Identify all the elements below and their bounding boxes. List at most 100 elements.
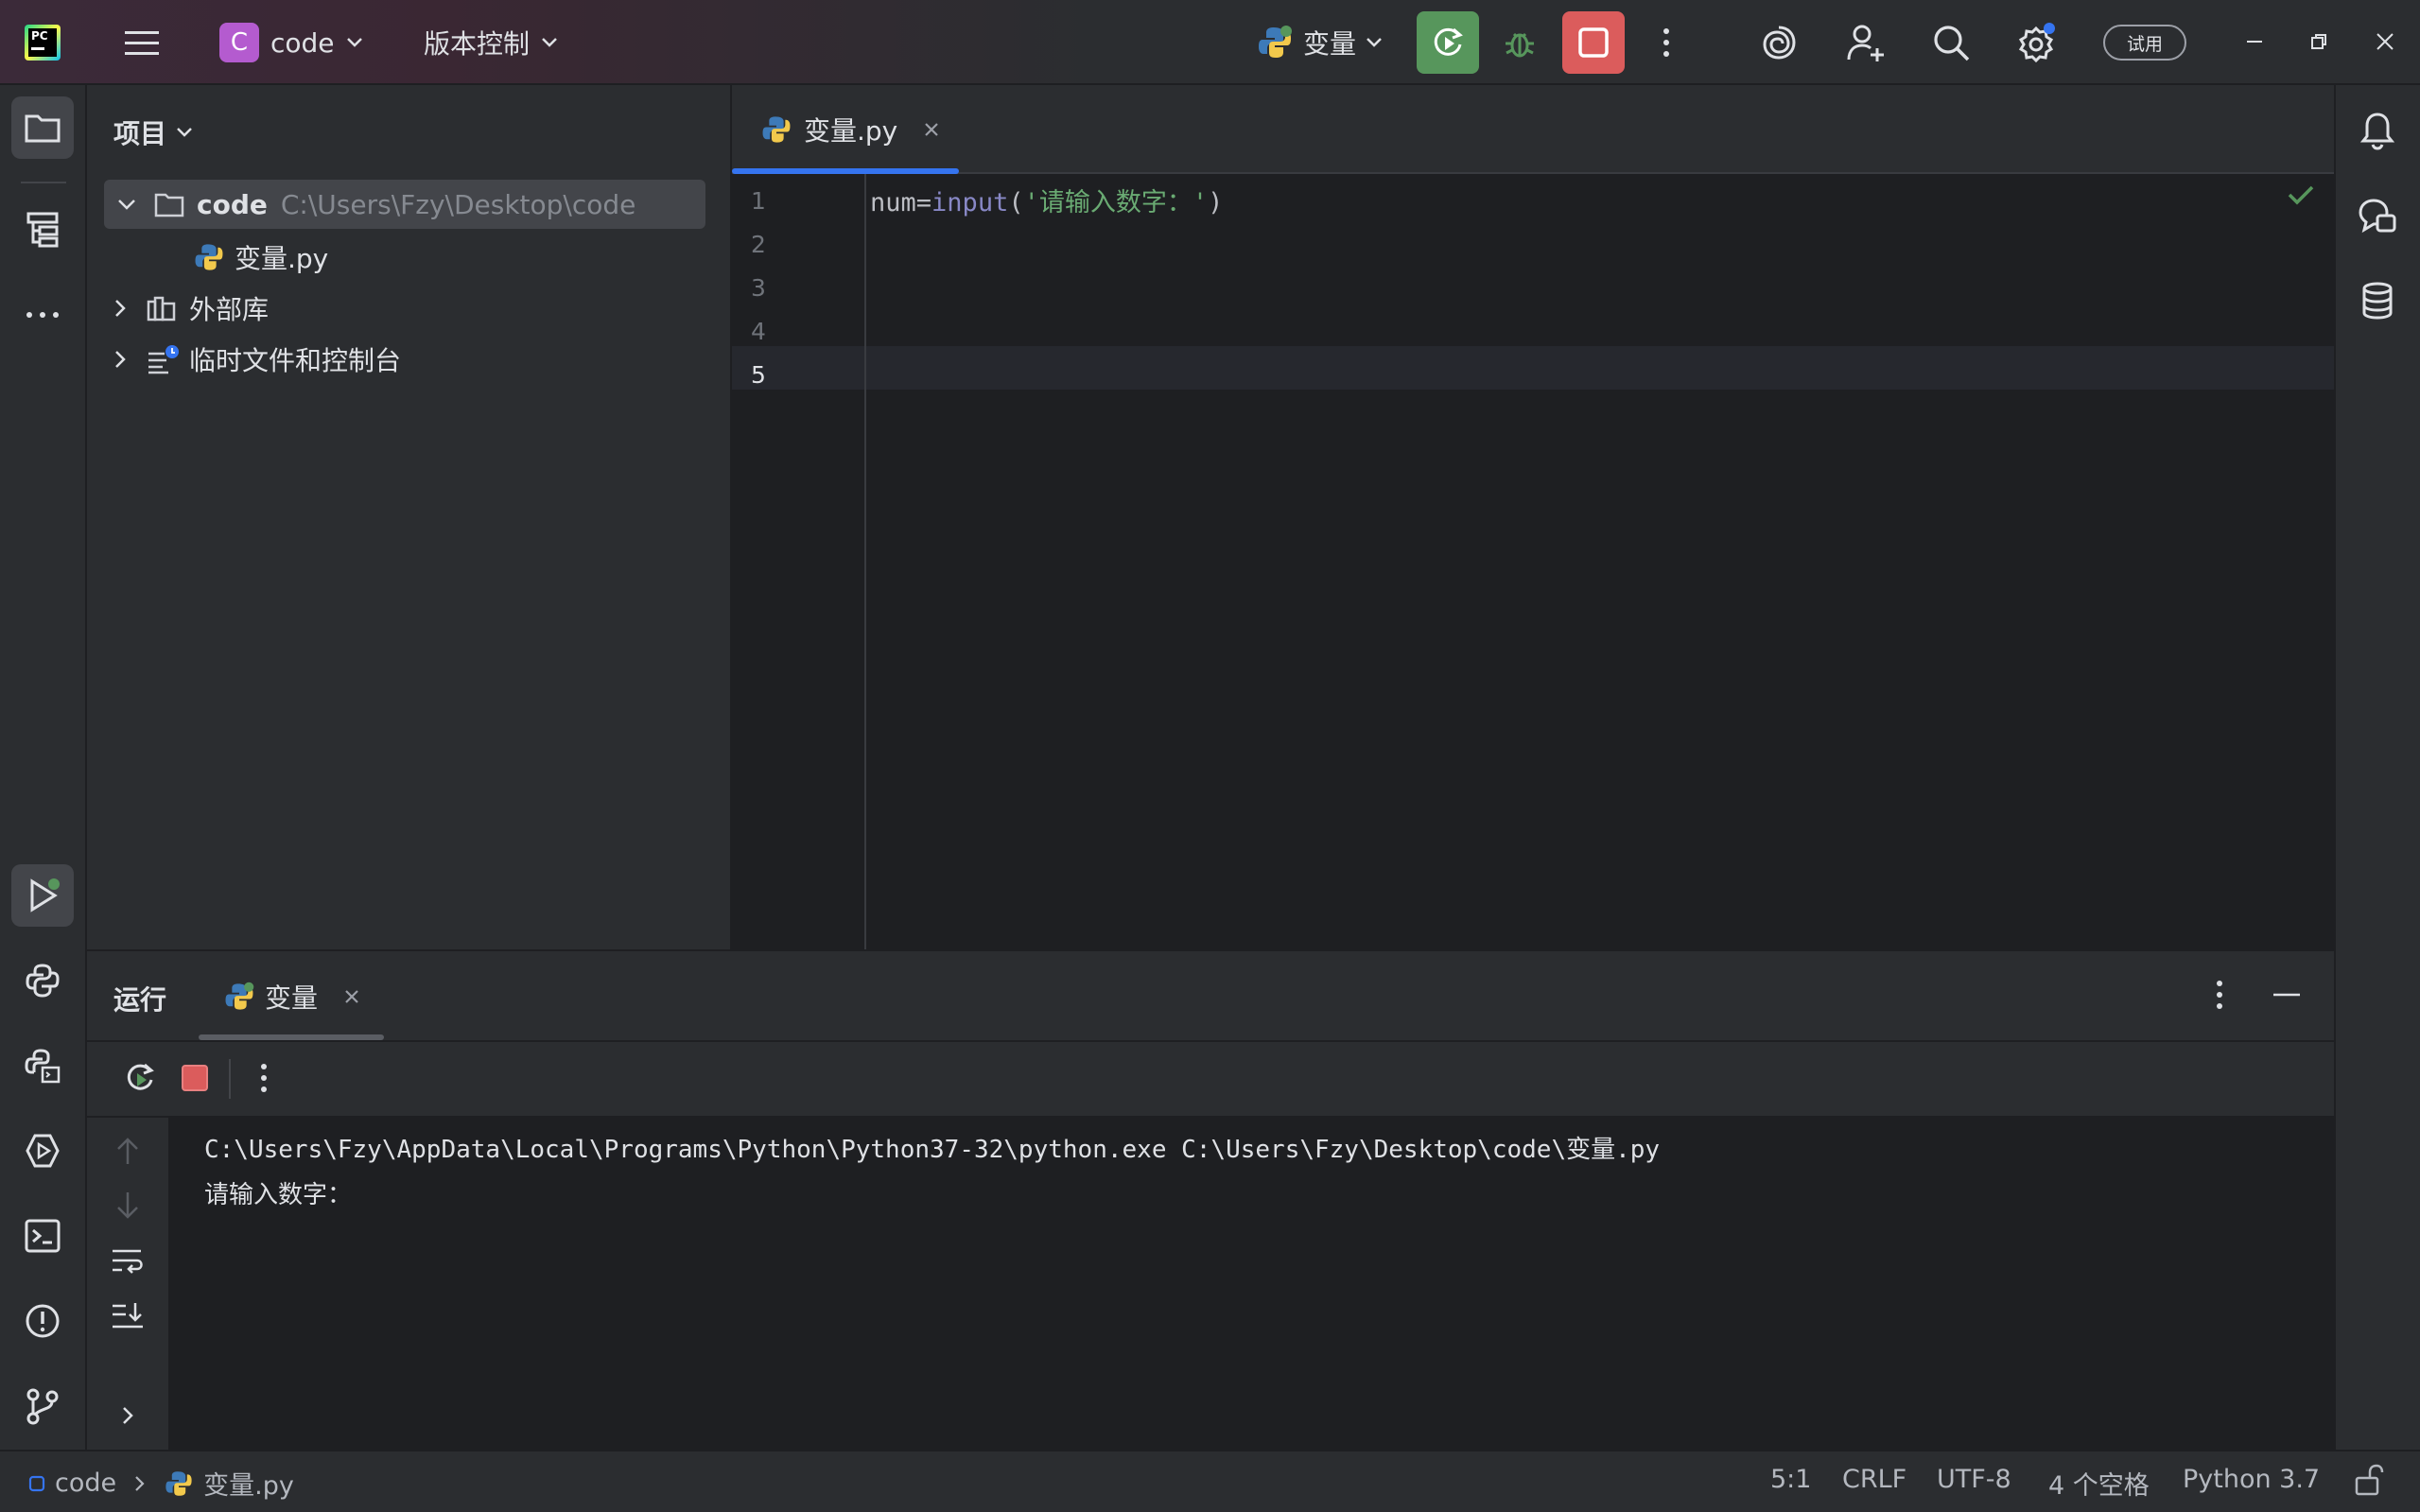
run-icon xyxy=(30,878,60,912)
vertical-dots-icon[interactable] xyxy=(259,1063,269,1093)
right-tool-strip xyxy=(2334,85,2420,1450)
console-output[interactable]: C:\Users\Fzy\AppData\Local\Programs\Pyth… xyxy=(204,1127,1660,1218)
ai-assistant-button[interactable] xyxy=(1755,19,1802,66)
tree-item-external-libraries[interactable]: 外部库 xyxy=(113,284,269,333)
structure-icon xyxy=(26,212,59,248)
rerun-button[interactable] xyxy=(1417,11,1479,74)
project-panel-header[interactable]: 项目 xyxy=(113,113,193,151)
more-tools-button[interactable] xyxy=(11,284,74,346)
hamburger-menu-icon xyxy=(125,31,159,55)
run-tab-label: 变量 xyxy=(265,982,319,1014)
stop-button[interactable] xyxy=(1562,11,1625,74)
problems-tool-button[interactable] xyxy=(11,1290,74,1352)
code-line[interactable]: num=input('请输入数字：') xyxy=(870,182,1223,218)
breadcrumb: code 变量.py xyxy=(28,1465,294,1502)
services-tool-button[interactable] xyxy=(11,1120,74,1182)
file-name: 变量.py xyxy=(235,243,329,274)
file-encoding[interactable]: UTF-8 xyxy=(1937,1465,2011,1494)
database-button[interactable] xyxy=(2349,272,2406,329)
rerun-icon[interactable] xyxy=(121,1059,159,1097)
restore-button[interactable] xyxy=(2300,23,2338,61)
run-tab[interactable]: 变量 xyxy=(223,972,361,1021)
python-icon xyxy=(26,964,60,998)
ai-chat-icon xyxy=(2359,199,2396,234)
arrow-down-icon xyxy=(117,1192,138,1219)
console-command-line: C:\Users\Fzy\AppData\Local\Programs\Pyth… xyxy=(204,1136,1661,1164)
terminal-tool-button[interactable] xyxy=(11,1205,74,1267)
trial-badge[interactable]: 试用 xyxy=(2103,25,2186,61)
structure-tool-button[interactable] xyxy=(11,199,74,261)
vcs-label: 版本控制 xyxy=(424,28,531,60)
library-icon xyxy=(147,296,176,322)
search-icon xyxy=(1934,26,1970,61)
chevron-down-icon xyxy=(177,128,192,137)
horizontal-dots-icon xyxy=(26,312,59,318)
python-icon xyxy=(1259,26,1292,58)
tree-item-project-root[interactable]: code C:\Users\Fzy\Desktop\code xyxy=(104,180,705,229)
run-configuration-selector[interactable]: 变量 xyxy=(1256,21,1383,64)
project-panel-title: 项目 xyxy=(113,118,167,149)
tab-file[interactable]: 变量.py xyxy=(732,85,959,174)
close-icon[interactable] xyxy=(342,987,361,1006)
search-button[interactable] xyxy=(1927,19,1975,66)
project-tool-button[interactable] xyxy=(11,96,74,159)
vertical-dots-icon xyxy=(1663,28,1669,57)
main-menu-button[interactable] xyxy=(121,23,163,64)
scratches-label: 临时文件和控制台 xyxy=(189,345,402,376)
editor-tab-bar: 变量.py xyxy=(732,85,2334,174)
code-paren: ( xyxy=(1008,188,1024,217)
vertical-dots-icon[interactable] xyxy=(2215,980,2224,1010)
tab-label: 变量.py xyxy=(804,115,898,147)
more-actions-button[interactable] xyxy=(1647,21,1685,64)
breadcrumb-file[interactable]: 变量.py xyxy=(203,1465,294,1502)
python-console-button[interactable] xyxy=(11,1034,74,1097)
breadcrumb-project[interactable]: code xyxy=(55,1469,116,1498)
ai-chat-button[interactable] xyxy=(2349,187,2406,244)
line-number: 2 xyxy=(751,231,766,258)
debug-button[interactable] xyxy=(1498,21,1541,64)
gear-icon xyxy=(2018,23,2055,63)
checkmark-icon[interactable] xyxy=(2287,183,2315,206)
scroll-down-button[interactable] xyxy=(106,1184,149,1227)
run-tool-button[interactable] xyxy=(11,864,74,927)
bug-icon xyxy=(1506,32,1534,58)
restore-window-icon xyxy=(2311,34,2326,49)
minimize-button[interactable] xyxy=(2236,23,2273,61)
vcs-selector[interactable]: 版本控制 xyxy=(424,21,558,64)
add-user-button[interactable] xyxy=(1842,19,1889,66)
lock-button[interactable] xyxy=(2353,1463,2385,1497)
soft-wrap-button[interactable] xyxy=(106,1239,149,1282)
line-ending[interactable]: CRLF xyxy=(1842,1465,1906,1494)
caret-position[interactable]: 5:1 xyxy=(1770,1465,1811,1494)
stop-icon[interactable] xyxy=(180,1063,210,1093)
pycharm-logo-icon: PC xyxy=(25,25,61,61)
close-icon[interactable] xyxy=(922,120,941,139)
settings-button[interactable] xyxy=(2012,19,2060,66)
chevron-right-icon xyxy=(123,1407,133,1424)
code-paren: ) xyxy=(1208,188,1224,217)
toolbar-separator xyxy=(229,1059,231,1099)
indent-setting[interactable]: 4 个空格 xyxy=(2048,1465,2150,1502)
close-window-button[interactable] xyxy=(2366,23,2404,61)
project-selector[interactable]: C code xyxy=(219,21,363,64)
stop-icon xyxy=(1578,27,1609,58)
code-builtin: input xyxy=(931,188,1009,217)
notifications-button[interactable] xyxy=(2349,102,2406,159)
tree-item-scratches[interactable]: 临时文件和控制台 xyxy=(113,335,401,384)
scroll-up-button[interactable] xyxy=(106,1129,149,1173)
minimize-panel-icon[interactable] xyxy=(2272,980,2302,1010)
scroll-to-end-button[interactable] xyxy=(106,1294,149,1337)
ai-assistant-icon xyxy=(1763,26,1796,60)
git-tool-button[interactable] xyxy=(11,1375,74,1437)
expand-toolbar-button[interactable] xyxy=(106,1394,149,1437)
python-file-icon xyxy=(195,244,223,270)
line-number: 3 xyxy=(751,274,766,302)
unlock-icon xyxy=(2355,1464,2384,1496)
python-interpreter[interactable]: Python 3.7 xyxy=(2183,1465,2320,1494)
module-icon xyxy=(28,1475,45,1491)
project-root-path: C:\Users\Fzy\Desktop\code xyxy=(280,188,636,220)
tree-item-file[interactable]: 变量.py xyxy=(193,233,328,282)
status-bar: code 变量.py 5:1 CRLF UTF-8 4 个空格 Python 3… xyxy=(0,1450,2420,1512)
database-icon xyxy=(2362,282,2393,320)
python-packages-button[interactable] xyxy=(11,949,74,1012)
